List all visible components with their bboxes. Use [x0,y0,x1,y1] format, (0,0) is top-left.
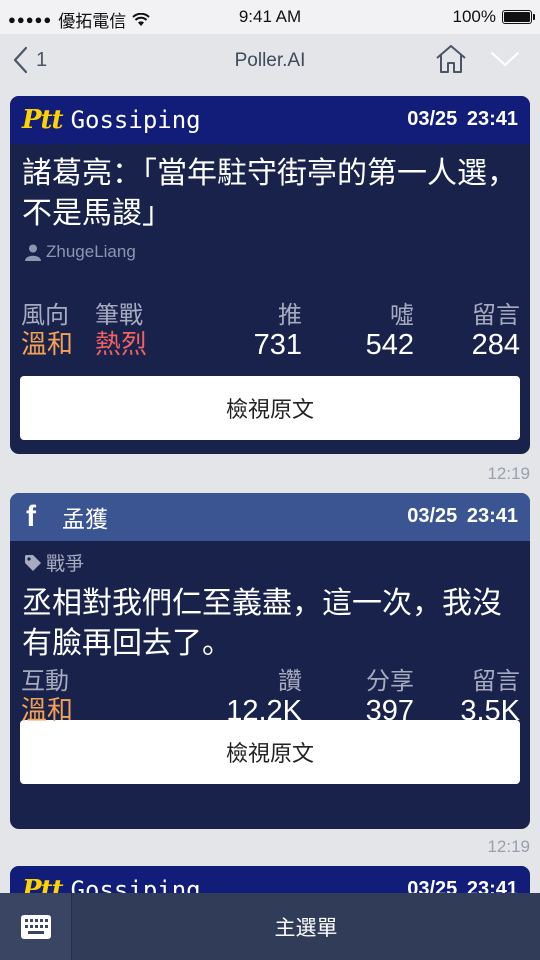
view-original-button[interactable]: 檢視原文 [20,376,520,440]
facebook-icon: f [26,500,36,533]
main-menu-button[interactable]: 主選單 [72,893,540,960]
stat-label: 風向 [21,301,69,329]
author: ZhugeLiang [10,234,530,262]
post-stats: 互動 溫和 讚 12.2K 分享 397 留言 3.5K [10,666,530,730]
stat-push: 推 731 [254,300,302,360]
stat-value: 熱烈 [95,330,148,360]
stat-label: 推 [278,301,302,329]
tag-icon [25,554,41,571]
post-title: 諸葛亮：「當年駐守街亭的第一人選，不是馬謖」 [22,156,517,231]
battery-percent: 100% [452,7,496,26]
board-name: Gossiping [70,106,201,134]
keyboard-icon [20,914,51,939]
battery-icon [502,10,535,24]
stat-value: 溫和 [21,696,74,726]
bottom-bar: 主選單 [0,893,540,960]
post-tag: 戰爭 [10,541,530,576]
stat-label: 互動 [21,667,69,695]
author-name: ZhugeLiang [46,242,136,261]
stat-value: 284 [471,329,520,361]
post-card: Ptt Gossiping 03/25 23:41 諸葛亮：「當年駐守街亭的第一… [10,96,530,454]
stat-comment: 留言 284 [472,300,520,360]
ptt-logo: Ptt [22,105,64,135]
stat-value: 溫和 [21,330,74,360]
stat-interaction: 互動 溫和 [21,666,73,726]
keyboard-button[interactable] [0,893,72,960]
card-header: Ptt Gossiping 03/25 23:41 [10,96,530,144]
stat-label: 留言 [472,667,520,695]
stat-label: 筆戰 [95,301,143,329]
stat-label: 留言 [472,301,520,329]
post-title: 丞相對我們仁至義盡，這一次，我沒有臉再回去了。 [22,586,502,661]
stat-battle: 筆戰 熱烈 [95,300,147,360]
message-time: 12:19 [487,464,530,483]
user-icon [25,244,41,261]
stat-value: 397 [365,695,414,727]
tag-label: 戰爭 [46,553,85,575]
stat-boo: 噓 542 [366,300,414,360]
stat-label: 噓 [390,301,414,329]
nav-bar: 1 Poller.AI [0,34,540,88]
card-header: f 孟獲 03/25 23:41 [10,493,530,541]
stat-value: 731 [253,329,302,361]
stat-share: 分享 397 [366,666,414,726]
post-date: 03/25 23:41 [407,505,518,527]
post-card: f 孟獲 03/25 23:41 戰爭 丞相對我們仁至義盡，這一次，我沒有臉再回… [10,493,530,829]
page-name: 孟獲 [62,507,108,533]
stat-wind: 風向 溫和 [21,300,73,360]
stat-value: 12.2K [226,695,302,727]
stat-like: 讚 12.2K [226,666,302,726]
post-date: 03/25 23:41 [407,108,518,130]
stat-label: 分享 [366,667,414,695]
post-stats: 風向 溫和 筆戰 熱烈 推 731 噓 542 留言 284 [10,300,530,364]
status-bar: ●●●●● 優拓電信 9:41 AM 100% [0,0,540,34]
status-right: 100% [452,7,535,27]
dropdown-button[interactable] [490,50,520,73]
home-icon [436,45,466,73]
home-button[interactable] [434,44,468,79]
stat-label: 讚 [278,667,302,695]
stat-value: 3.5K [460,695,520,727]
stat-comment: 留言 3.5K [460,666,520,726]
chevron-down-icon [491,52,519,66]
stat-value: 542 [365,329,414,361]
message-time: 12:19 [487,837,530,856]
